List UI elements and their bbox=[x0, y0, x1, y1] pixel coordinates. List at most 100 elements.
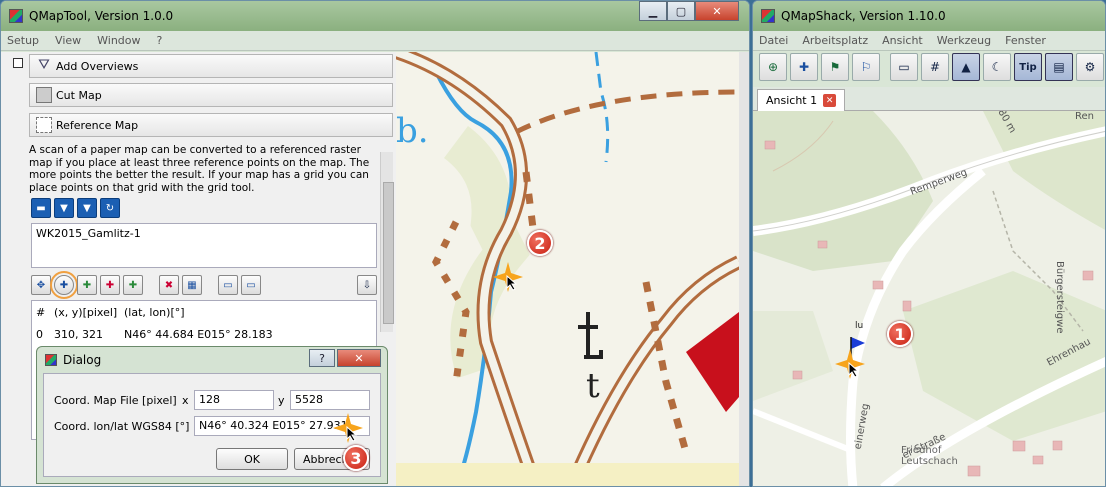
click-burst-icon bbox=[493, 262, 523, 292]
menu-datei[interactable]: Datei bbox=[759, 34, 788, 47]
menu-fenster[interactable]: Fenster bbox=[1005, 34, 1046, 47]
delete-icon[interactable]: ▼ bbox=[54, 198, 74, 218]
add-reference-point-icon[interactable]: ✚ bbox=[50, 271, 78, 299]
reference-map-button[interactable]: Reference Map bbox=[29, 113, 393, 137]
panel-scrollbar[interactable] bbox=[380, 152, 394, 332]
add-route-icon[interactable]: ⚑ bbox=[821, 53, 849, 81]
coord-map-label: Coord. Map File [pixel] bbox=[54, 394, 177, 407]
click-burst-icon bbox=[333, 413, 363, 443]
menu-view[interactable]: View bbox=[55, 34, 81, 47]
night-mode-icon[interactable]: ☾ bbox=[983, 53, 1011, 81]
save-points-icon[interactable]: ▭ bbox=[241, 275, 261, 295]
menu-window[interactable]: Window bbox=[97, 34, 140, 47]
poi-label: Friedhof bbox=[901, 445, 942, 456]
grid-icon[interactable]: # bbox=[921, 53, 949, 81]
svg-text:b.: b. bbox=[396, 111, 429, 151]
x-input[interactable]: 128 bbox=[194, 390, 274, 410]
minimize-icon[interactable]: ▁ bbox=[639, 1, 667, 21]
col-pixel-header: (x, y)[pixel] bbox=[54, 305, 118, 319]
view-tabbar: Ansicht 1 ✕ bbox=[753, 87, 1105, 111]
step-1-badge: 1 bbox=[887, 321, 913, 347]
tab-ansicht-1[interactable]: Ansicht 1 ✕ bbox=[757, 89, 846, 111]
sort-points-icon[interactable]: ⇩ bbox=[357, 275, 377, 295]
settings-gear-icon[interactable]: ⚙ bbox=[1076, 53, 1104, 81]
add-overviews-label: Add Overviews bbox=[56, 59, 139, 73]
zoom-search-icon[interactable]: ⊕ bbox=[759, 53, 787, 81]
auto-point-icon[interactable]: ✚ bbox=[123, 275, 143, 295]
tooltip-icon[interactable]: Tip bbox=[1014, 53, 1042, 81]
click-burst-icon bbox=[835, 349, 865, 379]
flag-label: lu bbox=[855, 321, 864, 331]
x-label: x bbox=[182, 394, 189, 407]
map-file-item[interactable]: WK2015_Gamlitz-1 bbox=[36, 227, 372, 240]
qmapshack-map-view[interactable]: Remperweg Bürgersteigwe Ehrenhau einerwe… bbox=[753, 111, 1105, 486]
open-folder-icon[interactable]: ▬ bbox=[31, 198, 51, 218]
y-input[interactable]: 5528 bbox=[290, 390, 370, 410]
qmapshack-window: QMapShack, Version 1.10.0 Datei Arbeitsp… bbox=[752, 0, 1106, 487]
clear-points-icon[interactable]: ✖ bbox=[159, 275, 179, 295]
add-track-icon[interactable]: ⚐ bbox=[852, 53, 880, 81]
dialog-app-icon bbox=[45, 354, 57, 366]
step-3-badge: 3 bbox=[343, 445, 369, 471]
menu-ansicht[interactable]: Ansicht bbox=[882, 34, 923, 47]
close-icon[interactable]: ✕ bbox=[695, 1, 739, 21]
y-label: y bbox=[278, 394, 285, 407]
delete-point-icon[interactable]: ✚ bbox=[100, 275, 120, 295]
add-overviews-button[interactable]: ⛛ Add Overviews bbox=[29, 54, 393, 78]
ok-button[interactable]: OK bbox=[216, 448, 288, 470]
col-latlon-header: (lat, lon)[°] bbox=[124, 305, 185, 319]
menu-help[interactable]: ? bbox=[157, 34, 163, 47]
reference-tools-row: ✥ ✚ ✚ ✚ ✚ ✖ ▦ ▭ ▭ bbox=[31, 271, 261, 299]
scale-bar-icon[interactable]: ▭ bbox=[890, 53, 918, 81]
place-label: Leutschach bbox=[901, 456, 958, 467]
tab-close-icon[interactable]: ✕ bbox=[823, 94, 837, 107]
maximize-icon[interactable]: ▢ bbox=[667, 1, 695, 21]
cut-map-icon bbox=[36, 87, 52, 103]
add-point-grid-icon[interactable]: ✚ bbox=[77, 275, 97, 295]
tab-ansicht-1-label: Ansicht 1 bbox=[766, 94, 818, 107]
dock-float-icon[interactable] bbox=[13, 58, 23, 68]
map-scrollbar[interactable] bbox=[739, 52, 749, 486]
cut-map-label: Cut Map bbox=[56, 88, 102, 102]
reference-map-label: Reference Map bbox=[56, 118, 139, 132]
cell-index: 0 bbox=[36, 327, 43, 341]
street-label: Bürgersteigwe bbox=[1054, 261, 1065, 334]
cut-map-button[interactable]: Cut Map bbox=[29, 83, 393, 107]
qmapshack-menubar: Datei Arbeitsplatz Ansicht Werkzeug Fens… bbox=[753, 31, 1105, 51]
reference-point-dialog: Dialog ? ✕ Coord. Map File [pixel] x 128… bbox=[36, 346, 388, 484]
grid-tool-icon[interactable]: ▦ bbox=[182, 275, 202, 295]
poi-text-icon[interactable]: ▲ bbox=[952, 53, 980, 81]
dialog-title: Dialog bbox=[63, 353, 102, 367]
qmapshack-app-icon bbox=[761, 9, 775, 23]
reload-icon[interactable]: ↻ bbox=[100, 198, 120, 218]
reference-map-icon bbox=[36, 117, 52, 133]
menu-arbeitsplatz[interactable]: Arbeitsplatz bbox=[802, 34, 868, 47]
qmaptool-title: QMapTool, Version 1.0.0 bbox=[29, 9, 174, 23]
qmaptool-window-controls: ▁ ▢ ✕ bbox=[639, 1, 739, 21]
scanned-map-view[interactable]: b. t 2 bbox=[396, 52, 739, 486]
add-waypoint-icon[interactable]: ✚ bbox=[790, 53, 818, 81]
dialog-close-button[interactable]: ✕ bbox=[337, 349, 381, 367]
menu-werkzeug[interactable]: Werkzeug bbox=[937, 34, 991, 47]
help-button[interactable]: ? bbox=[309, 349, 335, 367]
pyramid-icon: ⛛ bbox=[38, 57, 50, 73]
load-points-icon[interactable]: ▭ bbox=[218, 275, 238, 295]
qmapshack-titlebar[interactable]: QMapShack, Version 1.10.0 bbox=[753, 1, 1105, 31]
table-row[interactable]: 0 310, 321 N46° 44.684 E015° 28.183 bbox=[32, 323, 376, 345]
move-point-icon[interactable]: ✥ bbox=[31, 275, 51, 295]
scanned-map-graphic: b. t bbox=[396, 52, 739, 486]
cell-pixel: 310, 321 bbox=[54, 327, 103, 341]
reference-description: A scan of a paper map can be converted t… bbox=[29, 144, 370, 194]
qmapshack-title: QMapShack, Version 1.10.0 bbox=[781, 9, 946, 23]
qmaptool-titlebar[interactable]: QMapTool, Version 1.0.0 bbox=[1, 1, 749, 31]
col-index-header: # bbox=[36, 305, 46, 319]
qmapshack-toolbar: ⊕ ✚ ⚑ ⚐ ▭ # ▲ ☾ Tip ▤ ⚙ bbox=[759, 53, 1104, 81]
menu-setup[interactable]: Setup bbox=[7, 34, 39, 47]
delete-all-icon[interactable]: ▼ bbox=[77, 198, 97, 218]
dialog-body: Coord. Map File [pixel] x 128 y 5528 Coo… bbox=[43, 373, 381, 477]
map-view-icon[interactable]: ▤ bbox=[1045, 53, 1073, 81]
map-file-list[interactable]: WK2015_Gamlitz-1 bbox=[31, 223, 377, 268]
coord-lonlat-label: Coord. lon/lat WGS84 [°] bbox=[54, 420, 190, 433]
table-header: # (x, y)[pixel] (lat, lon)[°] bbox=[32, 301, 376, 323]
file-actions-row: ▬ ▼ ▼ ↻ bbox=[31, 198, 120, 218]
